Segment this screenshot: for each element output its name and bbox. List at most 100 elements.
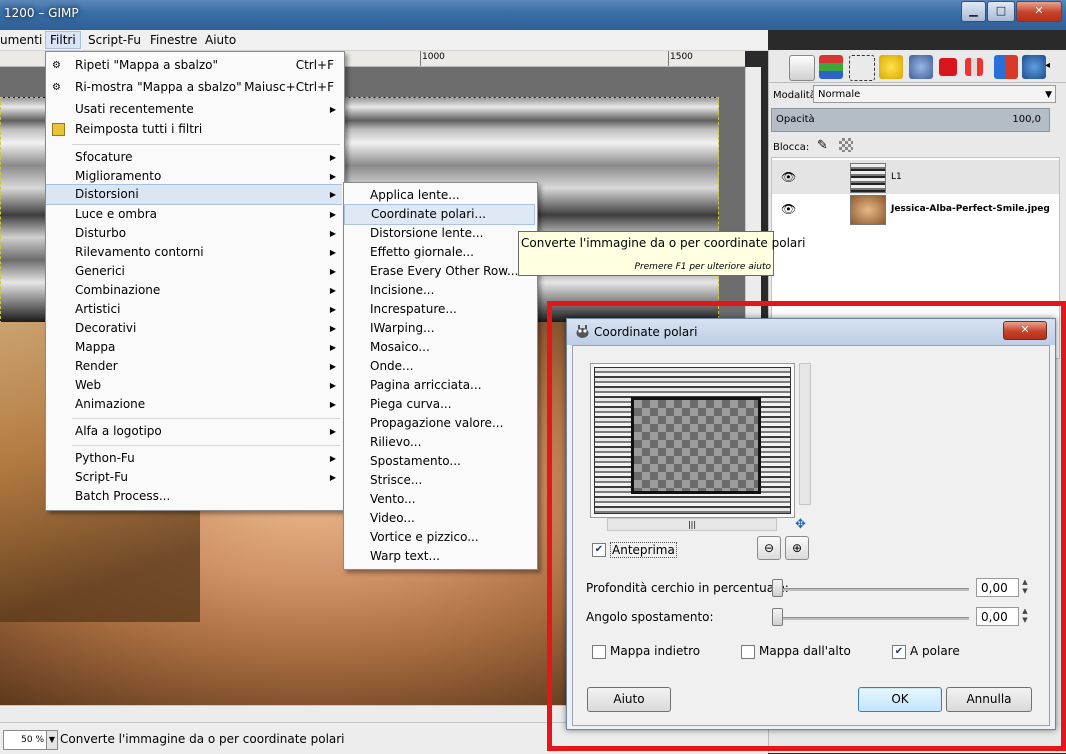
preview-area	[590, 363, 795, 518]
help-tab-icon[interactable]	[909, 55, 933, 79]
mode-select[interactable]: Normale ▼	[813, 85, 1056, 103]
menu-item-recent[interactable]: Usati recentemente ▶	[46, 100, 342, 119]
lock-alpha-icon[interactable]	[839, 138, 853, 152]
menu-item-repeat[interactable]: ⚙ Ripeti "Mappa a sbalzo" Ctrl+F	[46, 56, 342, 75]
menu-script-fu[interactable]: Script-Fu	[88, 33, 141, 47]
preview-checkbox[interactable]: ✔	[592, 543, 606, 557]
submenu-item[interactable]: Pagina arricciata...	[344, 376, 535, 395]
menu-filtri[interactable]: Filtri	[45, 31, 81, 49]
submenu-item[interactable]: Incisione...	[344, 281, 535, 300]
angle-slider-handle[interactable]	[772, 608, 783, 626]
dialog-title: Coordinate polari	[594, 325, 698, 339]
map-backwards-checkbox[interactable]	[592, 645, 606, 659]
color-tab-icon[interactable]	[939, 58, 957, 76]
dock-menu-icon[interactable]: ◂	[1045, 60, 1050, 71]
tooltip: Converte l'immagine da o per coordinate …	[518, 231, 806, 276]
ok-button[interactable]: OK	[858, 687, 942, 712]
menu-item-category[interactable]: Disturbo ▶	[46, 224, 342, 243]
layer-row[interactable]: 👁 Jessica-Alba-Perfect-Smile.jpeg	[772, 192, 1059, 226]
menu-item-category[interactable]: Render ▶	[46, 357, 342, 376]
submenu-item[interactable]: Effetto giornale...	[344, 243, 535, 262]
submenu-item[interactable]: Video...	[344, 509, 535, 528]
opacity-slider[interactable]: Opacità 100,0	[771, 108, 1050, 132]
map-from-top-checkbox[interactable]	[741, 645, 755, 659]
submenu-item[interactable]: Piega curva...	[344, 395, 535, 414]
submenu-item-coordinate-polari[interactable]: Coordinate polari...	[344, 204, 535, 225]
close-icon[interactable]: ✕	[1003, 321, 1047, 340]
minimize-button[interactable]: ▁	[961, 1, 986, 22]
menu-item-category[interactable]: Web ▶	[46, 376, 342, 395]
submenu-item[interactable]: Spostamento...	[344, 452, 535, 471]
menu-item-category[interactable]: Mappa ▶	[46, 338, 342, 357]
submenu-arrow-icon: ▶	[329, 229, 336, 238]
angle-spinner-icon[interactable]: ▲ ▼	[1020, 607, 1030, 626]
menu-item-category[interactable]: Rilevamento contorni ▶	[46, 243, 342, 262]
undo-tab-icon[interactable]	[879, 55, 903, 79]
menu-item-category[interactable]: Luce e ombra ▶	[46, 205, 342, 224]
eye-icon[interactable]: 👁	[781, 170, 796, 184]
pattern-tab-icon[interactable]	[965, 58, 983, 76]
navigate-move-icon[interactable]: ✥	[795, 517, 806, 532]
menu-item-reset[interactable]: Reimposta tutti i filtri	[46, 120, 342, 139]
submenu-item[interactable]: Propagazione valore...	[344, 414, 535, 433]
zoom-out-icon[interactable]: ⊖	[757, 536, 781, 560]
submenu-item[interactable]: Mosaico...	[344, 338, 535, 357]
dialog-titlebar[interactable]: Coordinate polari ✕	[567, 319, 1055, 345]
menu-item-python-fu[interactable]: Python-Fu ▶	[46, 449, 342, 468]
eye-icon[interactable]: 👁	[781, 202, 796, 216]
palette-tab-icon[interactable]	[994, 55, 1018, 79]
submenu-item[interactable]: Applica lente...	[344, 186, 535, 205]
map-from-top-label: Mappa dall'alto	[759, 644, 851, 658]
menu-finestre[interactable]: Finestre	[150, 33, 197, 47]
submenu-item[interactable]: Distorsione lente...	[344, 224, 535, 243]
depth-spinner-icon[interactable]: ▲ ▼	[1020, 578, 1030, 597]
fonts-tab-icon[interactable]	[1022, 55, 1046, 79]
submenu-item[interactable]: IWarping...	[344, 319, 535, 338]
submenu-item[interactable]: Onde...	[344, 357, 535, 376]
menu-item-reshow[interactable]: ⚙ Ri-mostra "Mappa a sbalzo" Maiusc+Ctrl…	[46, 78, 342, 97]
submenu-arrow-icon: ▶	[329, 343, 336, 352]
angle-input[interactable]: 0,00	[976, 607, 1019, 626]
preview-vertical-scrollbar[interactable]	[799, 363, 811, 505]
menu-item-category[interactable]: Artistici ▶	[46, 300, 342, 319]
submenu-item[interactable]: Rilievo...	[344, 433, 535, 452]
zoom-in-icon[interactable]: ⊕	[785, 536, 809, 560]
menu-item-batch-process[interactable]: Batch Process...	[46, 487, 342, 506]
menu-item-category[interactable]: Generici ▶	[46, 262, 342, 281]
depth-input[interactable]: 0,00	[976, 578, 1019, 597]
submenu-item[interactable]: Strisce...	[344, 471, 535, 490]
channels-tab-icon[interactable]	[819, 55, 843, 79]
layers-tab-icon[interactable]	[789, 55, 815, 81]
submenu-arrow-icon: ▶	[329, 153, 336, 162]
map-backwards-label: Mappa indietro	[610, 644, 701, 658]
menu-item-script-fu[interactable]: Script-Fu ▶	[46, 468, 342, 487]
submenu-item[interactable]: Warp text...	[344, 547, 535, 566]
maximize-button[interactable]: □	[987, 1, 1015, 22]
menu-item-category[interactable]: Animazione ▶	[46, 395, 342, 414]
layer-name: Jessica-Alba-Perfect-Smile.jpeg	[891, 204, 1050, 214]
lock-pixels-icon[interactable]: ✎	[817, 138, 828, 153]
menu-item-distorsioni[interactable]: Distorsioni ▶	[46, 184, 342, 205]
menu-strumenti[interactable]: umenti	[0, 33, 42, 47]
menu-item-category[interactable]: Sfocature ▶	[46, 148, 342, 167]
menu-item-category[interactable]: Decorativi ▶	[46, 319, 342, 338]
paths-tab-icon[interactable]	[849, 55, 875, 81]
angle-slider[interactable]	[773, 617, 969, 620]
menu-item-logo[interactable]: Alfa a logotipo ▶	[46, 422, 342, 441]
help-button[interactable]: Aiuto	[587, 687, 671, 712]
submenu-item[interactable]: Increspature...	[344, 300, 535, 319]
to-polar-label: A polare	[910, 644, 960, 658]
submenu-item[interactable]: Vento...	[344, 490, 535, 509]
chevron-down-icon[interactable]: ▼	[46, 730, 58, 750]
cancel-button[interactable]: Annulla	[946, 687, 1032, 712]
layer-row[interactable]: 👁 L1	[772, 160, 1059, 194]
close-window-button[interactable]: ✕	[1016, 1, 1062, 22]
depth-slider[interactable]	[773, 588, 969, 591]
submenu-item[interactable]: Vortice e pizzico...	[344, 528, 535, 547]
submenu-item[interactable]: Erase Every Other Row...	[344, 262, 535, 281]
to-polar-checkbox[interactable]: ✔	[892, 645, 906, 659]
preview-horizontal-scrollbar[interactable]: |||	[607, 518, 777, 531]
menu-aiuto[interactable]: Aiuto	[205, 33, 236, 47]
depth-slider-handle[interactable]	[772, 579, 783, 597]
menu-item-category[interactable]: Combinazione ▶	[46, 281, 342, 300]
